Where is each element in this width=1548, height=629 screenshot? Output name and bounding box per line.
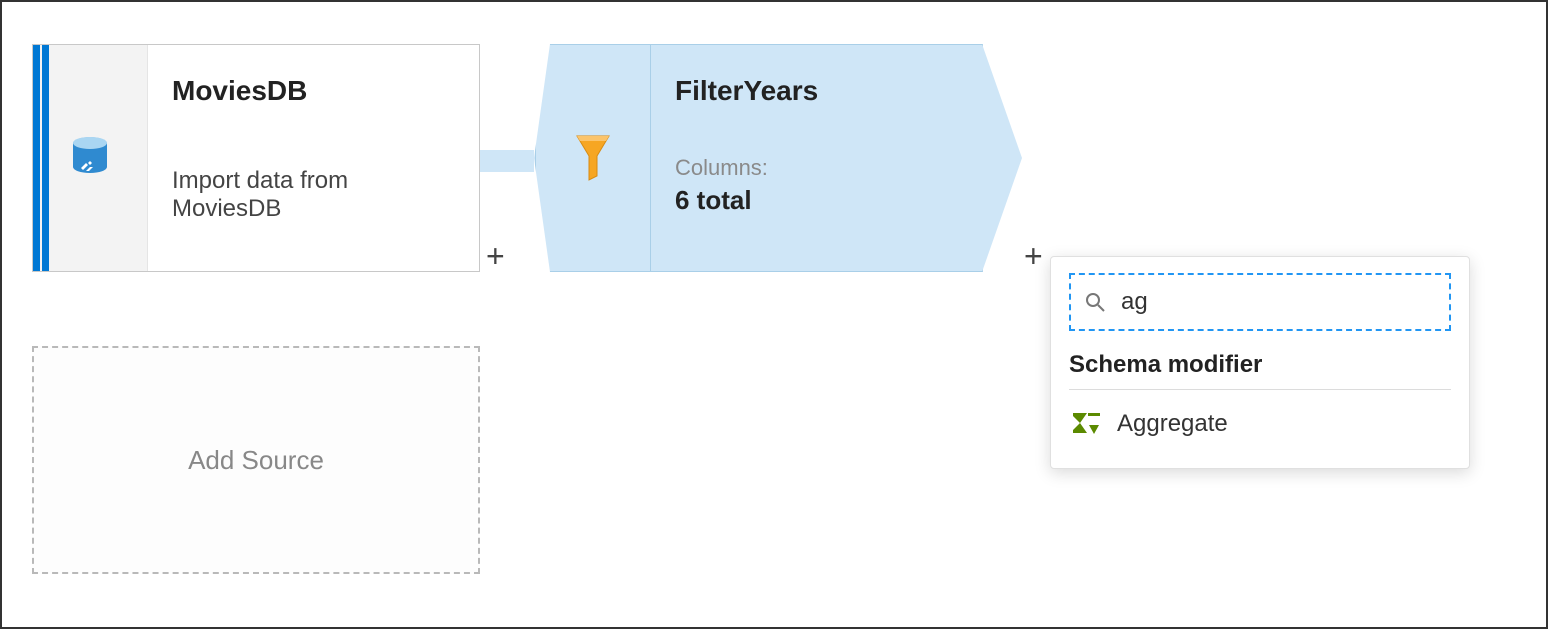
filter-columns-label: Columns: [675, 155, 958, 181]
source-title: MoviesDB [172, 75, 455, 107]
filter-arrow-tip [982, 44, 1022, 272]
filter-body: FilterYears Columns: 6 total [651, 45, 982, 271]
connector [480, 150, 542, 172]
transform-group-label: Schema modifier [1069, 351, 1451, 390]
filter-icon-panel [536, 45, 651, 271]
filter-notch [534, 158, 550, 272]
source-icon-panel [33, 45, 148, 271]
option-aggregate[interactable]: Aggregate [1069, 404, 1451, 450]
filter-columns-value: 6 total [675, 185, 958, 216]
transform-picker-popup: Schema modifier Aggregate [1050, 256, 1470, 469]
filter-node[interactable]: FilterYears Columns: 6 total [535, 44, 983, 272]
add-source-placeholder[interactable]: Add Source [32, 346, 480, 574]
aggregate-icon [1071, 411, 1101, 437]
add-transform-after-source[interactable]: + [486, 238, 505, 275]
source-body: MoviesDB Import data from MoviesDB [148, 45, 479, 271]
search-input[interactable] [1119, 287, 1435, 317]
add-transform-after-filter[interactable]: + [1024, 238, 1043, 275]
option-aggregate-label: Aggregate [1117, 410, 1228, 438]
source-node[interactable]: MoviesDB Import data from MoviesDB [32, 44, 480, 272]
filter-title: FilterYears [675, 75, 958, 107]
filter-notch [534, 44, 550, 158]
database-source-icon [70, 136, 110, 180]
funnel-icon [575, 134, 611, 182]
search-icon [1085, 292, 1105, 312]
add-source-label: Add Source [188, 445, 324, 476]
source-description: Import data from MoviesDB [172, 167, 455, 223]
search-box[interactable] [1069, 273, 1451, 331]
